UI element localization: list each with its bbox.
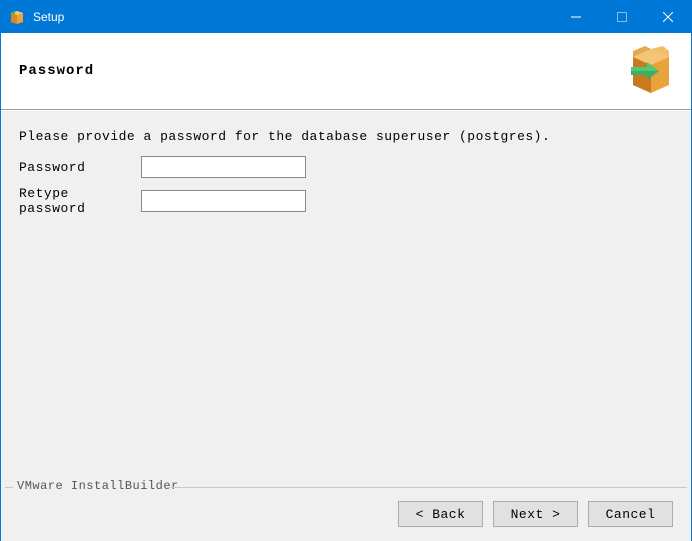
wizard-content: Please provide a password for the databa… [1,110,691,487]
titlebar: Setup [1,1,691,33]
password-row: Password [19,156,673,178]
retype-input[interactable] [141,190,306,212]
password-label: Password [19,160,141,175]
instruction-text: Please provide a password for the databa… [19,129,673,144]
next-button[interactable]: Next > [493,501,578,527]
footer-divider-left [5,487,13,488]
app-icon [9,9,25,25]
retype-label: Retype password [19,186,141,216]
installer-box-icon [623,41,679,101]
window-controls [553,1,691,33]
wizard-footer: VMware InstallBuilder < Back Next > Canc… [1,487,691,541]
maximize-button [599,1,645,33]
window-title: Setup [33,10,553,24]
wizard-header: Password [1,33,691,110]
close-button[interactable] [645,1,691,33]
vendor-label: VMware InstallBuilder [13,479,183,493]
minimize-button[interactable] [553,1,599,33]
retype-row: Retype password [19,186,673,216]
cancel-button[interactable]: Cancel [588,501,673,527]
password-input[interactable] [141,156,306,178]
page-title: Password [19,63,94,79]
back-button[interactable]: < Back [398,501,483,527]
footer-divider [167,487,687,488]
